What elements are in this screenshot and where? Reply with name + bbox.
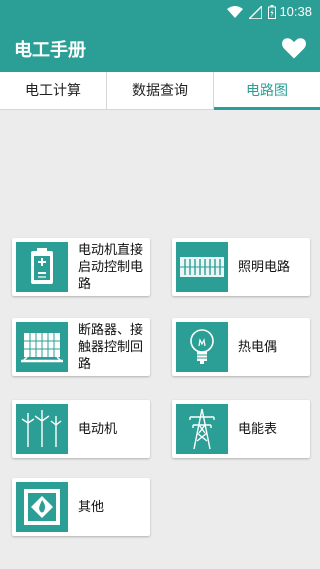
tab-calculation[interactable]: 电工计算 bbox=[0, 72, 107, 109]
card-label: 电动机 bbox=[78, 421, 118, 437]
battery-icon bbox=[268, 5, 276, 19]
card-label: 热电偶 bbox=[238, 339, 278, 355]
card-motor-direct-start[interactable]: 电动机直接启动控制电路 bbox=[12, 238, 150, 296]
app-title: 电工手册 bbox=[14, 40, 86, 61]
status-icons bbox=[227, 5, 276, 19]
signal-icon bbox=[249, 5, 262, 19]
status-time: 10:38 bbox=[279, 4, 312, 19]
card-label: 电能表 bbox=[238, 421, 278, 437]
card-label: 断路器、接触器控制回路 bbox=[78, 322, 144, 372]
app-bar: 电工手册 bbox=[0, 24, 320, 72]
card-label: 其他 bbox=[78, 499, 105, 515]
thumb bbox=[16, 404, 68, 454]
card-thermocouple[interactable]: 热电偶 bbox=[172, 318, 310, 376]
heart-icon[interactable] bbox=[280, 34, 308, 62]
card-label: 照明电路 bbox=[238, 259, 291, 275]
status-bar: 10:38 bbox=[0, 0, 320, 24]
card-energy-meter[interactable]: 电能表 bbox=[172, 400, 310, 458]
thumb bbox=[16, 242, 68, 292]
card-breaker-contactor[interactable]: 断路器、接触器控制回路 bbox=[12, 318, 150, 376]
tab-data-query[interactable]: 数据查询 bbox=[107, 72, 214, 109]
power-tower-icon bbox=[189, 408, 215, 450]
card-motor[interactable]: 电动机 bbox=[12, 400, 150, 458]
thumb bbox=[16, 322, 68, 372]
tab-circuit-diagram[interactable]: 电路图 bbox=[214, 72, 320, 110]
lighting-panel-icon bbox=[180, 257, 224, 277]
wifi-icon bbox=[227, 5, 243, 18]
wind-turbine-icon bbox=[21, 410, 62, 447]
battery-control-icon bbox=[31, 248, 53, 284]
card-label: 电动机直接启动控制电路 bbox=[78, 242, 144, 292]
thumb bbox=[176, 242, 228, 292]
flammable-warning-icon bbox=[24, 489, 60, 525]
tab-bar: 电工计算 数据查询 电路图 bbox=[0, 72, 320, 110]
card-lighting-circuit[interactable]: 照明电路 bbox=[172, 238, 310, 296]
thumb bbox=[176, 404, 228, 454]
thumb bbox=[16, 482, 68, 532]
thumb bbox=[176, 322, 228, 372]
breaker-panel-icon bbox=[21, 333, 63, 363]
card-other[interactable]: 其他 bbox=[12, 478, 150, 536]
light-bulb-icon bbox=[190, 329, 214, 364]
